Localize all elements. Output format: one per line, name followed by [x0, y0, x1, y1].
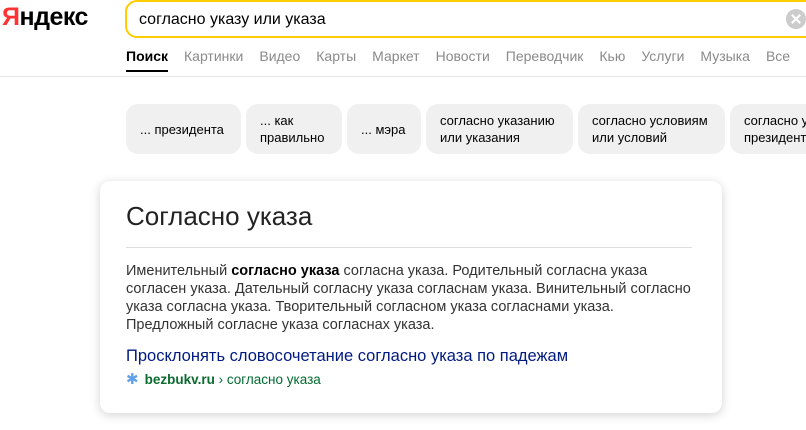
source-path[interactable]: согласно указа — [227, 372, 321, 387]
yandex-logo[interactable]: Яндекс — [2, 2, 88, 32]
logo-first-letter: Я — [2, 3, 20, 31]
logo-rest: ндекс — [19, 3, 88, 31]
card-title: Согласно указа — [126, 201, 313, 231]
tab-market[interactable]: Маркет — [372, 47, 419, 65]
tab-images[interactable]: Картинки — [184, 47, 243, 65]
breadcrumb-separator: › — [218, 371, 224, 387]
source-domain[interactable]: bezbukv.ru — [145, 372, 215, 387]
tab-maps[interactable]: Карты — [316, 47, 356, 65]
search-input[interactable] — [139, 10, 759, 30]
card-divider — [126, 247, 692, 248]
tab-news[interactable]: Новости — [436, 47, 490, 65]
chip-label: или указания — [440, 130, 520, 145]
snowflake-icon: ✱ — [126, 371, 139, 388]
source-separator: › — [215, 372, 227, 387]
chip-label: правильно — [260, 130, 325, 145]
answer-card: Согласно указа Именительный согласно ука… — [100, 181, 722, 413]
suggestion-chip[interactable]: согласно указу президента — [730, 104, 806, 154]
result-source: ✱ bezbukv.ru › согласно указа — [126, 370, 321, 388]
chip-label: согласно указу — [744, 113, 806, 128]
result-link[interactable]: Просклонять словосочетание согласно указ… — [126, 347, 568, 366]
active-tab-indicator — [126, 70, 168, 72]
tab-services[interactable]: Услуги — [641, 47, 684, 65]
chip-label: ... как — [260, 113, 294, 128]
clear-icon[interactable] — [786, 9, 806, 29]
suggestion-chip[interactable]: согласно условиям или условий — [578, 104, 725, 154]
card-text-highlight: согласно указа — [231, 263, 340, 279]
tab-search[interactable]: Поиск — [126, 47, 168, 65]
tab-all[interactable]: Все — [766, 47, 790, 65]
tab-translator[interactable]: Переводчик — [506, 47, 584, 65]
suggestion-chip[interactable]: ... президента — [126, 104, 241, 154]
chip-label: ... президента — [140, 121, 224, 137]
tab-q[interactable]: Кью — [599, 47, 625, 65]
suggestion-chip[interactable]: ... мэра — [347, 104, 421, 154]
card-text: Именительный согласно указа согласна ука… — [126, 262, 692, 334]
tab-video[interactable]: Видео — [259, 47, 300, 65]
suggestion-chip[interactable]: ... как правильно — [246, 104, 342, 154]
chip-label: согласно условиям — [592, 113, 708, 128]
header-divider — [0, 76, 806, 77]
suggestion-chip[interactable]: согласно указанию или указания — [426, 104, 573, 154]
chip-label: или условий — [592, 130, 667, 145]
search-box — [125, 0, 806, 38]
search-tabs: Поиск Картинки Видео Карты Маркет Новост… — [126, 47, 790, 65]
chip-label: президента — [744, 130, 806, 145]
tab-music[interactable]: Музыка — [700, 47, 750, 65]
card-text-prefix: Именительный — [126, 263, 232, 279]
chip-label: ... мэра — [361, 121, 406, 137]
chip-label: согласно указанию — [440, 113, 555, 128]
